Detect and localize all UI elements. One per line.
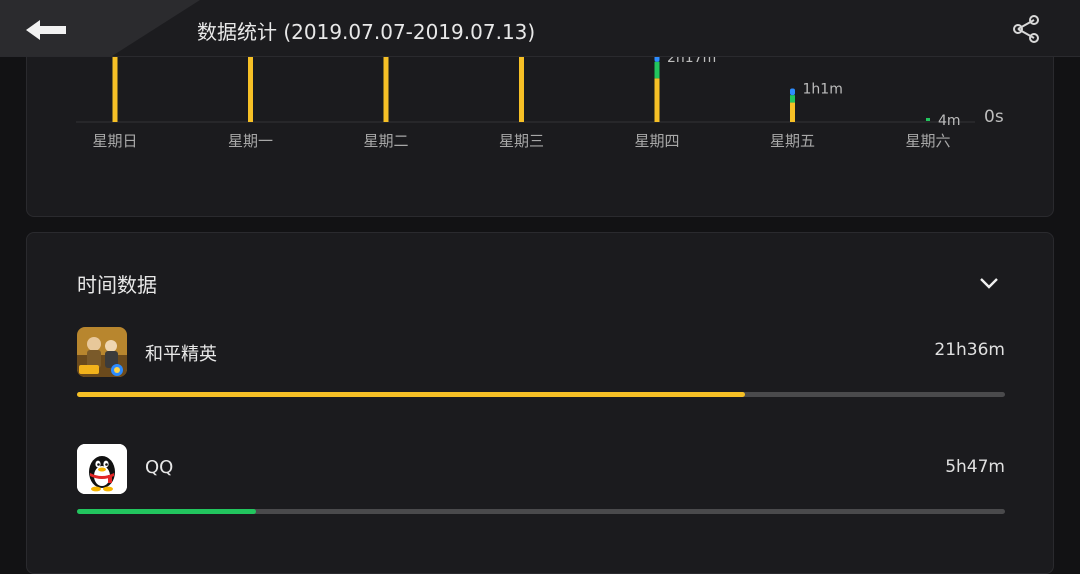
chart-tick-label: 星期日 <box>92 132 137 150</box>
chart-bar-segment <box>790 88 795 96</box>
chart-bar-segment <box>654 61 660 79</box>
chart-tick-label: 星期三 <box>499 132 544 150</box>
app-name: 和平精英 <box>145 344 217 365</box>
chart-bar-segment <box>790 95 795 103</box>
time-data-card: 时间数据 和平精英 21h36m QQ 5h47m <box>26 232 1054 574</box>
chart-tick-label: 星期六 <box>905 132 950 150</box>
usage-progress-track <box>77 392 1005 397</box>
chart-tick-label: 星期一 <box>228 132 273 150</box>
chart-axis-zero-label: 0s <box>984 107 1004 127</box>
app-row-peace-elite[interactable]: 和平精英 21h36m <box>77 327 1005 407</box>
section-title: 时间数据 <box>77 273 157 297</box>
usage-progress-track <box>77 509 1005 514</box>
app-row-qq[interactable]: QQ 5h47m <box>77 444 1005 524</box>
peace-elite-game-icon <box>77 327 127 377</box>
chart-tick-label: 星期四 <box>634 132 679 150</box>
chart-bar <box>926 118 930 121</box>
share-icon[interactable] <box>1010 14 1042 44</box>
usage-progress-fill <box>77 509 257 514</box>
chart-data-label: 1h1m <box>803 81 843 97</box>
chart-bar <box>654 46 660 122</box>
chart-data-label: 4m <box>938 113 961 129</box>
chart-bar <box>790 88 795 122</box>
qq-penguin-icon <box>77 444 127 494</box>
chevron-down-icon[interactable] <box>977 273 1001 293</box>
chart-bar-segment <box>654 78 660 122</box>
chart-tick-label: 星期二 <box>363 132 408 150</box>
app-usage-time: 21h36m <box>934 340 1005 360</box>
chart-bar-segment <box>790 102 795 122</box>
chart-tick-label: 星期五 <box>770 132 815 150</box>
usage-progress-fill <box>77 392 746 397</box>
back-arrow-icon[interactable] <box>24 14 72 42</box>
page-title: 数据统计 (2019.07.07-2019.07.13) <box>197 20 536 44</box>
app-usage-time: 5h47m <box>945 457 1005 477</box>
top-bar: 数据统计 (2019.07.07-2019.07.13) <box>0 0 1080 57</box>
app-name: QQ <box>145 457 174 478</box>
